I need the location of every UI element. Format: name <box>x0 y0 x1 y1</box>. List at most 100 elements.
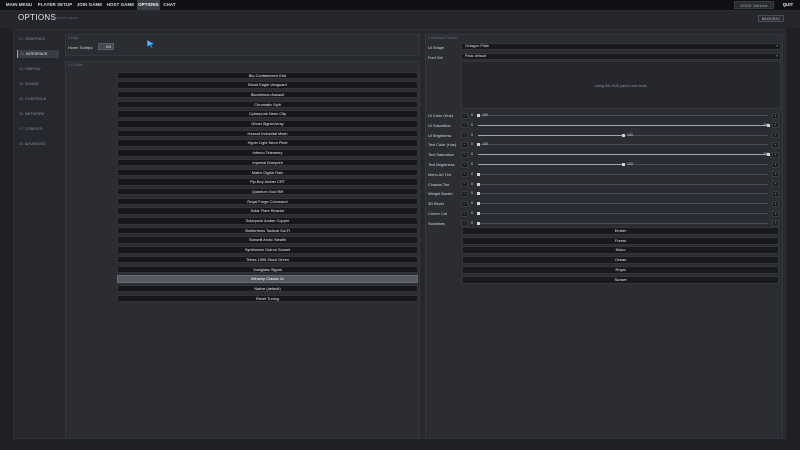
increment-button[interactable]: + <box>772 220 779 227</box>
sidebar-item-advanced[interactable]: 08 ADVANCED <box>17 140 59 148</box>
slider-handle[interactable] <box>476 182 480 186</box>
theme-button[interactable]: Stanwill Arctic Stealth <box>117 236 418 244</box>
preset-sunset-button[interactable]: Sunset <box>462 275 779 284</box>
decrement-button[interactable]: − <box>461 200 468 207</box>
decrement-button[interactable]: − <box>461 161 468 168</box>
decrement-button[interactable]: − <box>461 210 468 217</box>
slider-handle[interactable] <box>621 163 625 166</box>
ui-shape-label: UI Shape <box>428 45 445 50</box>
increment-button[interactable]: + <box>772 200 779 207</box>
theme-button[interactable]: Reset Tuning <box>117 294 418 303</box>
decrement-button[interactable]: − <box>461 112 468 119</box>
slider-handle[interactable] <box>476 221 480 225</box>
sidebar-item-network[interactable]: 06 NETWORK <box>17 110 59 118</box>
slider-handle[interactable] <box>476 202 480 206</box>
theme-button[interactable]: Hazard Industrial Mesh <box>117 129 418 138</box>
increment-button[interactable]: + <box>772 161 779 168</box>
nav-player-setup[interactable]: PLAYER SETUP <box>37 0 73 10</box>
slider-label: UI Brightness <box>428 132 452 138</box>
preset-ember-button[interactable]: Ember <box>462 227 779 235</box>
theme-button[interactable]: Ghost Signal Array <box>117 120 418 128</box>
back-button[interactable]: BACK/ESC <box>758 15 784 22</box>
increment-button[interactable]: + <box>772 190 779 197</box>
quit-button[interactable]: QUIT <box>778 0 798 10</box>
hover-tooltips-toggle[interactable]: ON <box>98 43 114 50</box>
increment-button[interactable]: + <box>772 132 779 139</box>
slider-track[interactable] <box>478 115 768 116</box>
increment-button[interactable]: + <box>772 171 779 178</box>
slider-track[interactable] <box>478 144 768 146</box>
slider-handle[interactable] <box>621 133 625 137</box>
theme-button[interactable]: Quantum Void Rift <box>117 187 418 196</box>
increment-button[interactable]: + <box>772 122 779 129</box>
nav-chat[interactable]: CHAT <box>161 0 178 10</box>
sidebar-item-configs[interactable]: 07 CONFIGS <box>17 125 59 133</box>
ui-shape-dropdown[interactable]: Octagon Plate ▾ <box>461 43 781 50</box>
sidebar-item-label: NETWORK <box>25 112 45 116</box>
theme-button[interactable]: Imperial Blueprint <box>117 158 418 167</box>
slider-value: 0 <box>471 132 473 137</box>
slider-handle[interactable] <box>476 192 480 196</box>
slider-label: 3D Bevel <box>428 201 444 207</box>
slider-value: 0 <box>471 211 473 215</box>
nav-options[interactable]: OPTIONS <box>137 0 160 10</box>
increment-button[interactable]: + <box>772 112 779 119</box>
theme-button[interactable]: Tribes 1998 Stock Green <box>117 255 418 264</box>
theme-button[interactable]: Blood Eagle Vanguard <box>117 81 418 89</box>
theme-button[interactable]: Starfortress Tactical Sci-Fi <box>117 226 418 235</box>
sidebar-item-interface[interactable]: 02 INTERFACE <box>17 50 59 58</box>
sidebar-item-display[interactable]: 03 DISPLAY <box>17 65 59 73</box>
slider-track[interactable] <box>478 203 768 205</box>
preset-forest-button[interactable]: Forest <box>462 236 779 245</box>
decrement-button[interactable]: − <box>461 190 468 197</box>
sidebar-item-sound[interactable]: 04 SOUND <box>17 80 59 88</box>
theme-button[interactable]: Winamp Classic 2x <box>117 275 418 283</box>
theme-button[interactable]: Bloodmoon Assault <box>117 90 418 99</box>
sidebar-item-graphics[interactable]: 01 GRAPHICS <box>17 35 59 43</box>
theme-button[interactable]: Matrix Digital Rain <box>117 168 418 176</box>
increment-button[interactable]: + <box>772 151 779 158</box>
slider-handle[interactable] <box>476 114 480 117</box>
increment-button[interactable]: + <box>772 141 779 148</box>
slider-track[interactable] <box>478 183 768 185</box>
preset-ocean-button[interactable]: Ocean <box>462 256 779 265</box>
slider-handle[interactable] <box>476 172 480 176</box>
decrement-button[interactable]: − <box>461 171 468 178</box>
nav-join-game[interactable]: JOIN GAME <box>74 0 105 10</box>
decrement-button[interactable]: − <box>461 151 468 158</box>
slider-track[interactable] <box>478 213 768 214</box>
theme-button[interactable]: Cyberpunk Neon City <box>117 110 418 118</box>
increment-button[interactable]: + <box>772 181 779 188</box>
slider-label: Chassis Tint <box>428 181 450 187</box>
nav-host-game[interactable]: HOST GAME <box>106 0 135 10</box>
theme-button[interactable]: Inferno Telemetry <box>117 149 418 157</box>
theme-button[interactable]: Native (default) <box>117 284 418 293</box>
decrement-button[interactable]: − <box>461 132 468 139</box>
font-set-dropdown[interactable]: Pack default ▾ <box>461 53 781 60</box>
theme-button[interactable]: Chromatic Split <box>117 100 418 109</box>
sidebar-item-controls[interactable]: 05 CONTROLS <box>17 95 59 103</box>
theme-button[interactable]: Solarpunk Amber Copper <box>117 217 418 225</box>
nav-main-menu[interactable]: MAIN MENU <box>2 0 36 10</box>
slider-handle[interactable] <box>476 143 480 147</box>
increment-button[interactable]: + <box>772 210 779 217</box>
slider-max-label: 100 <box>763 152 769 157</box>
theme-button[interactable]: Royal Forge Command <box>117 197 418 206</box>
decrement-button[interactable]: − <box>461 220 468 227</box>
slider-track[interactable] <box>478 173 768 175</box>
slider-track[interactable] <box>478 222 768 224</box>
preset-royal-button[interactable]: Royal <box>462 265 779 274</box>
slider-track[interactable] <box>478 193 768 195</box>
decrement-button[interactable]: − <box>461 122 468 129</box>
slider-max-label: 100 <box>482 142 488 147</box>
decrement-button[interactable]: − <box>461 141 468 148</box>
theme-button[interactable]: Synthwave Outrun Sunset <box>117 246 418 254</box>
decrement-button[interactable]: − <box>461 181 468 188</box>
theme-button[interactable]: Solar Flare Reactor <box>117 207 418 215</box>
theme-button[interactable]: Hyper Light Neon Pixel <box>117 139 418 147</box>
preset-mono-button[interactable]: Mono <box>462 246 779 255</box>
theme-button[interactable]: Pip-Boy Amber CRT <box>117 178 418 186</box>
theme-button[interactable]: Bio-Containment Grid <box>117 71 418 79</box>
slider-handle[interactable] <box>476 212 480 215</box>
theme-button[interactable]: Voidglass Signal <box>117 265 418 273</box>
